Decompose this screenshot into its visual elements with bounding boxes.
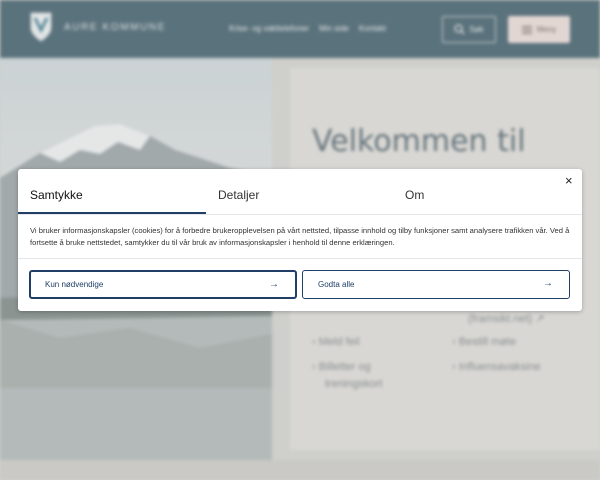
necessary-only-button[interactable]: Kun nødvendige →	[29, 270, 297, 299]
close-icon[interactable]: ×	[565, 174, 573, 187]
arrow-right-icon: →	[269, 279, 279, 290]
accept-all-label: Godta alle	[318, 280, 355, 289]
arrow-right-icon: →	[543, 278, 553, 289]
active-tab-indicator	[18, 212, 206, 214]
accept-all-button[interactable]: Godta alle →	[302, 270, 570, 299]
consent-text: Vi bruker informasjonskapsler (cookies) …	[30, 226, 570, 247]
consent-tabs: Samtykke Detaljer Om ×	[18, 169, 582, 215]
tab-about[interactable]: Om	[405, 188, 424, 202]
tab-consent[interactable]: Samtykke	[30, 188, 83, 202]
necessary-only-label: Kun nødvendige	[45, 280, 104, 289]
dialog-divider	[18, 258, 582, 259]
cookie-consent-dialog: Samtykke Detaljer Om × Vi bruker informa…	[18, 169, 582, 311]
tab-details[interactable]: Detaljer	[218, 188, 259, 202]
